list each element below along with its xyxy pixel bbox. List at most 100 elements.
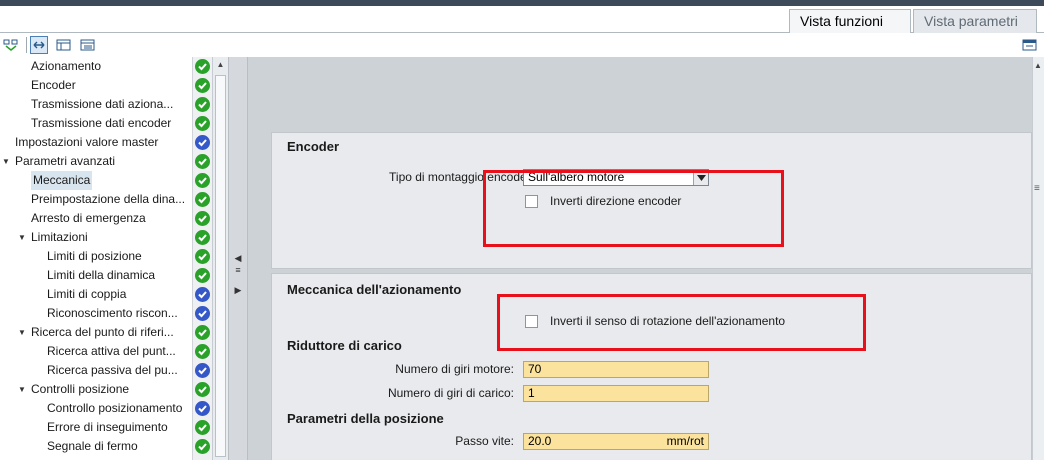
expand-arrow-icon[interactable]: ▼ <box>2 152 10 171</box>
tree-item[interactable]: Azionamento <box>0 57 212 76</box>
status-ok-icon <box>195 211 210 226</box>
status-info-icon <box>195 287 210 302</box>
status-info-icon <box>195 363 210 378</box>
tree-item[interactable]: Trasmissione dati aziona... <box>0 95 212 114</box>
screw-pitch-value: 20.0 <box>528 434 552 448</box>
position-params-title: Parametri della posizione <box>287 411 444 426</box>
tree-view-icon[interactable] <box>54 36 72 54</box>
status-ok-icon <box>195 249 210 264</box>
status-ok-icon <box>195 439 210 454</box>
tab-vista-funzioni[interactable]: Vista funzioni <box>789 9 911 34</box>
tree-item-label: Ricerca attiva del punt... <box>47 344 176 358</box>
scroll-up-icon[interactable]: ▲ <box>215 60 226 72</box>
tree-item-label: Ricerca del punto di riferi... <box>31 325 174 339</box>
tree-item[interactable]: Impostazioni valore master <box>0 133 212 152</box>
collapse-left-icon[interactable]: ◀ <box>233 253 243 264</box>
load-gear-title: Riduttore di carico <box>287 338 402 353</box>
screw-pitch-input[interactable]: 20.0 mm/rot <box>523 433 709 450</box>
tree-item[interactable]: Meccanica <box>0 171 212 190</box>
tree-item[interactable]: Encoder <box>0 76 212 95</box>
status-ok-icon <box>195 173 210 188</box>
tree-item-label: Limitazioni <box>31 230 88 244</box>
status-ok-icon <box>195 382 210 397</box>
tree-item[interactable]: Riconoscimento riscon... <box>0 304 212 323</box>
list-view-icon[interactable] <box>78 36 96 54</box>
tree-item-label: Preimpostazione della dina... <box>31 192 186 206</box>
tree-item[interactable]: Controllo posizionamento <box>0 399 212 418</box>
settings-panel-icon[interactable] <box>1020 36 1038 54</box>
tab-vista-parametri[interactable]: Vista parametri <box>913 9 1037 34</box>
tree-item[interactable]: Arresto di emergenza <box>0 209 212 228</box>
tree-item-label: Trasmissione dati encoder <box>31 116 172 130</box>
splitter-grip-icon[interactable]: ≡ <box>233 265 243 275</box>
tree-item[interactable]: Limiti di coppia <box>0 285 212 304</box>
scroll-grip-icon[interactable]: ≡ <box>1034 183 1040 194</box>
expand-arrow-icon[interactable]: ▼ <box>18 228 26 247</box>
tree-item[interactable]: ▼ Limitazioni <box>0 228 212 247</box>
tree-item[interactable]: Trasmissione dati encoder <box>0 114 212 133</box>
tree-rows: Azionamento Encoder Trasmissione dati azio… <box>0 57 212 456</box>
status-ok-icon <box>195 59 210 74</box>
load-revs-value: 1 <box>528 386 535 400</box>
tree-item-label: Limiti di posizione <box>47 249 142 263</box>
tree-item-label: Segnale di fermo <box>47 439 138 453</box>
tree-scrollbar[interactable]: ▲ <box>212 57 228 460</box>
toolbar-separator <box>26 37 27 53</box>
function-tree: Azionamento Encoder Trasmissione dati azio… <box>0 57 212 460</box>
tree-item-label: Limiti della dinamica <box>47 268 156 282</box>
network-view-icon[interactable] <box>2 36 20 54</box>
status-info-icon <box>195 306 210 321</box>
tree-item[interactable]: Ricerca attiva del punt... <box>0 342 212 361</box>
expand-arrow-icon[interactable]: ▼ <box>18 323 26 342</box>
panel-splitter[interactable]: ◀ ≡ ▶ <box>228 57 248 460</box>
expand-arrow-icon[interactable]: ▼ <box>18 380 26 399</box>
status-info-icon <box>195 135 210 150</box>
parameter-content: Encoder Tipo di montaggio encoder: Sull'… <box>248 57 1032 460</box>
status-ok-icon <box>195 154 210 169</box>
tree-item[interactable]: ▼ Ricerca del punto di riferi... <box>0 323 212 342</box>
status-ok-icon <box>195 116 210 131</box>
tree-item-label: Limiti di coppia <box>47 287 127 301</box>
tree-item-label: Parametri avanzati <box>15 154 116 168</box>
tree-item-label: Impostazioni valore master <box>15 135 159 149</box>
tree-scroll-thumb[interactable] <box>215 75 226 457</box>
status-ok-icon <box>195 192 210 207</box>
motor-revs-input[interactable]: 70 <box>523 361 709 378</box>
status-ok-icon <box>195 420 210 435</box>
screw-pitch-unit: mm/rot <box>666 434 704 448</box>
highlight-box-rotation <box>497 294 866 351</box>
load-revs-label: Numero di giri di carico: <box>387 386 514 400</box>
status-ok-icon <box>195 97 210 112</box>
motor-revs-label: Numero di giri motore: <box>395 362 514 376</box>
view-tabs: Vista funzioni Vista parametri <box>0 6 1044 34</box>
toolbar <box>0 33 1044 57</box>
tree-item[interactable]: Ricerca passiva del pu... <box>0 361 212 380</box>
status-ok-icon <box>195 78 210 93</box>
expand-collapse-icon[interactable] <box>30 36 48 54</box>
tree-item-label: Meccanica <box>31 171 93 190</box>
tree-item-label: Ricerca passiva del pu... <box>47 363 178 377</box>
tree-item[interactable]: Preimpostazione della dina... <box>0 190 212 209</box>
status-ok-icon <box>195 230 210 245</box>
tree-item-label: Azionamento <box>31 59 102 73</box>
status-info-icon <box>195 401 210 416</box>
status-ok-icon <box>195 268 210 283</box>
encoder-section-title: Encoder <box>287 139 340 154</box>
tree-item[interactable]: ▼ Controlli posizione <box>0 380 212 399</box>
status-ok-icon <box>195 344 210 359</box>
status-ok-icon <box>195 325 210 340</box>
content-scrollbar[interactable]: ▲ ≡ <box>1032 57 1044 460</box>
tree-item[interactable]: ▼ Parametri avanzati <box>0 152 212 171</box>
highlight-box-encoder <box>483 170 784 247</box>
tree-item[interactable]: Limiti della dinamica <box>0 266 212 285</box>
tree-item[interactable]: Errore di inseguimento <box>0 418 212 437</box>
tree-item-label: Riconoscimento riscon... <box>47 306 178 320</box>
load-revs-input[interactable]: 1 <box>523 385 709 402</box>
collapse-right-icon[interactable]: ▶ <box>233 285 243 296</box>
screw-pitch-label: Passo vite: <box>455 434 514 448</box>
tree-item[interactable]: Limiti di posizione <box>0 247 212 266</box>
tree-item[interactable]: Segnale di fermo <box>0 437 212 456</box>
scroll-up-icon[interactable]: ▲ <box>1034 61 1042 70</box>
status-column <box>192 57 212 460</box>
tree-item-label: Arresto di emergenza <box>31 211 146 225</box>
